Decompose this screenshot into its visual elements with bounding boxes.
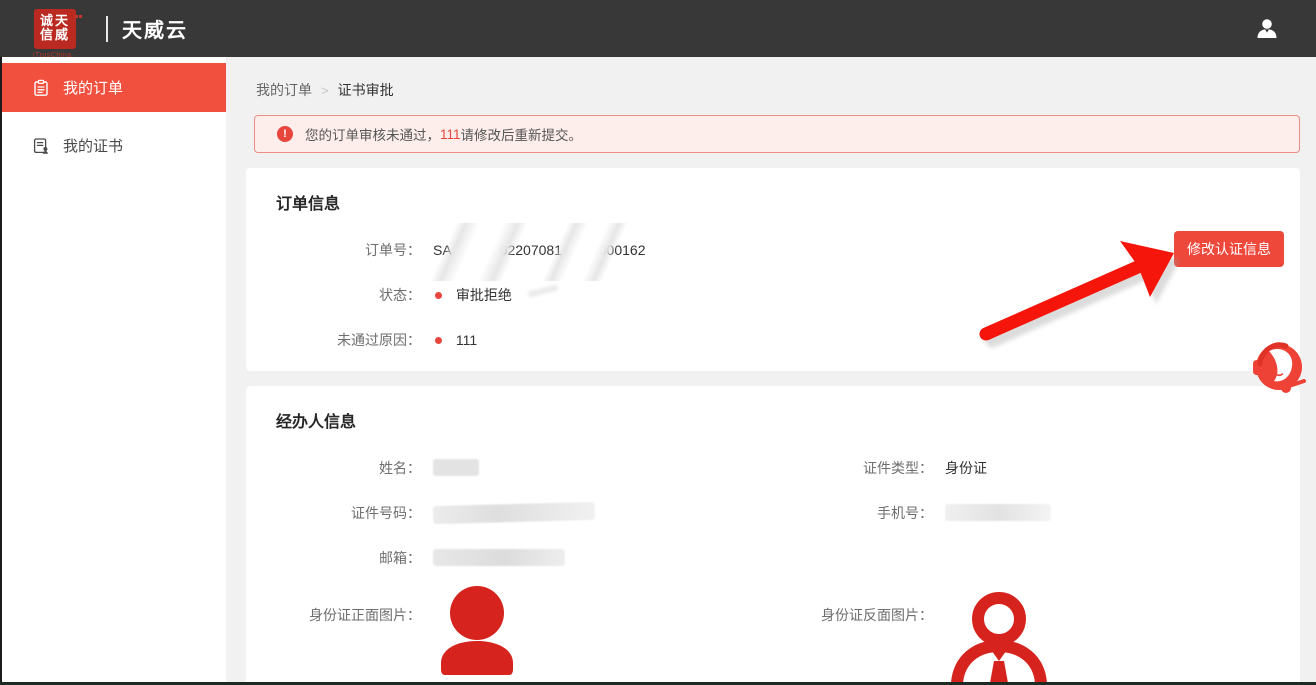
order-status-label: 状态：	[276, 285, 421, 305]
reject-reason-label: 未通过原因：	[276, 330, 421, 350]
id-back-label: 身份证反面图片：	[773, 583, 933, 625]
order-status-row: 状态： 审批拒绝	[276, 285, 1270, 304]
email-row: 邮箱：	[276, 548, 773, 567]
order-info-card: 订单信息 订单号： SA022070810000162 状态： 审批拒绝 未	[246, 168, 1300, 371]
alert-text-after: 请修改后重新提交。	[461, 124, 583, 144]
phone-row: 手机号：	[773, 503, 1270, 522]
header-divider	[106, 16, 108, 42]
reject-reason-value: 111	[433, 332, 477, 348]
logo-line2: 信威	[40, 29, 70, 43]
email-label: 邮箱：	[276, 548, 421, 568]
order-number-seg3: 0000162	[591, 242, 646, 258]
customer-service-float-icon[interactable]	[1252, 341, 1310, 397]
id-front-image-placeholder-person-icon[interactable]	[437, 583, 517, 679]
email-redacted-value	[433, 549, 565, 566]
breadcrumb-current: 证书审批	[338, 80, 394, 100]
alert-text: 您的订单审核未通过，	[305, 124, 440, 144]
phone-redacted-value	[945, 504, 1051, 521]
name-redacted-value	[433, 459, 479, 476]
phone-label: 手机号：	[773, 503, 933, 523]
reason-dot-icon	[435, 337, 442, 344]
sidebar-item-label: 我的订单	[63, 77, 123, 98]
breadcrumb-separator-icon: >	[321, 83, 329, 98]
order-number-seg1: SA	[433, 242, 452, 258]
alert-reason-text: 111	[440, 127, 461, 142]
id-front-label: 身份证正面图片：	[276, 583, 421, 625]
alert-error-icon: !	[277, 126, 293, 142]
agent-info-card: 经办人信息 姓名： 证件号码： 邮箱：	[246, 386, 1300, 685]
id-number-row: 证件号码：	[276, 503, 773, 522]
logo-seal-dots-icon	[74, 5, 84, 9]
agent-card-title: 经办人信息	[276, 408, 1270, 432]
order-number-seg2: 02207081	[500, 242, 562, 258]
reject-reason-row: 未通过原因： 111	[276, 330, 1270, 349]
order-number-label: 订单号：	[276, 240, 421, 260]
breadcrumb-my-orders[interactable]: 我的订单	[256, 80, 312, 100]
logo-line1: 诚天	[40, 15, 70, 29]
name-row: 姓名：	[276, 458, 773, 477]
agent-card-left-column: 姓名： 证件号码： 邮箱： 身份证正面图片：	[276, 432, 773, 683]
brand-logo[interactable]: 诚天 信威 iTrusChina	[34, 9, 78, 49]
id-back-row: 身份证反面图片：	[773, 583, 1270, 683]
status-text: 审批拒绝	[456, 287, 512, 303]
id-type-label: 证件类型：	[773, 458, 933, 478]
name-label: 姓名：	[276, 458, 421, 478]
id-front-row: 身份证正面图片：	[276, 583, 773, 679]
order-status-value: 审批拒绝	[433, 285, 558, 305]
id-type-row: 证件类型： 身份证	[773, 458, 1270, 477]
sidebar-item-label: 我的证书	[63, 135, 123, 156]
main-content: 我的订单 > 证书审批 ! 您的订单审核未通过， 111 请修改后重新提交。 订…	[226, 57, 1316, 685]
order-number-row: 订单号： SA 02207081 0000162	[276, 240, 1270, 259]
certificate-icon	[32, 137, 50, 155]
logo-subtitle: iTrusChina	[33, 52, 72, 59]
order-list-icon	[32, 79, 50, 97]
review-failed-alert: ! 您的订单审核未通过， 111 请修改后重新提交。	[254, 115, 1300, 153]
id-number-redacted-value	[433, 502, 595, 524]
app-title: 天威云	[122, 14, 188, 43]
redaction-smudge	[528, 284, 559, 297]
app-header: 诚天 信威 iTrusChina 天威云	[0, 0, 1316, 57]
agent-card-right-column: 证件类型： 身份证 手机号： 身份证反面图片：	[773, 432, 1270, 683]
id-back-image-placeholder-person-icon[interactable]	[949, 583, 1049, 683]
brand-logo-icon: 诚天 信威	[34, 9, 76, 49]
order-card-title: 订单信息	[276, 190, 1270, 214]
id-number-label: 证件号码：	[276, 503, 421, 523]
reason-text: 111	[456, 332, 477, 348]
window-left-edge	[0, 57, 2, 685]
user-account-icon[interactable]	[1254, 16, 1280, 42]
edit-auth-info-button[interactable]: 修改认证信息	[1174, 231, 1284, 267]
sidebar-item-my-orders[interactable]: 我的订单	[0, 63, 226, 112]
sidebar-item-my-certificates[interactable]: 我的证书	[0, 121, 226, 170]
breadcrumb: 我的订单 > 证书审批	[256, 80, 1300, 100]
order-number-value: SA 02207081 0000162	[433, 242, 646, 258]
spacer-row	[773, 548, 1270, 567]
sidebar: 我的订单 我的证书	[0, 57, 226, 685]
id-type-value: 身份证	[945, 458, 987, 478]
status-dot-icon	[435, 292, 442, 299]
